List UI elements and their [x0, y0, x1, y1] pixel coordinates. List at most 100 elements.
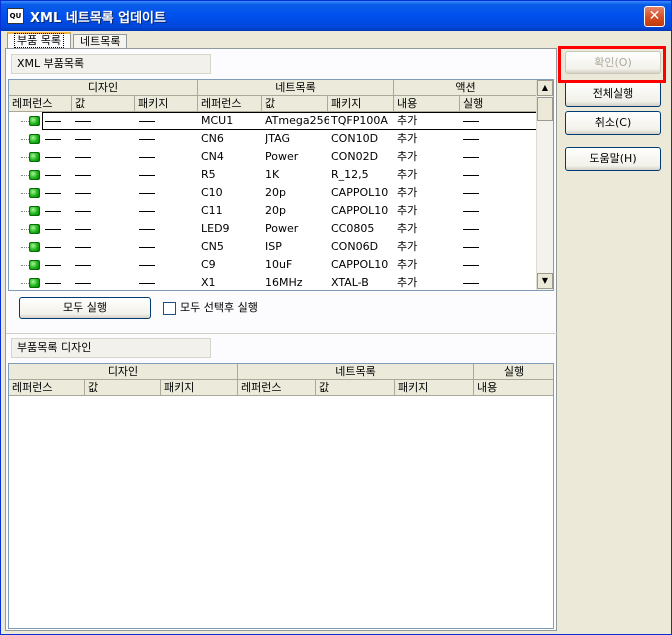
- col-action-content[interactable]: 내용: [394, 96, 460, 112]
- table-row[interactable]: X1 16MHz XTAL-B 추가: [9, 274, 538, 290]
- title-bar[interactable]: QU XML 네트목록 업데이트 ✕: [1, 1, 671, 31]
- lower-col-design-package[interactable]: 패키지: [161, 380, 238, 396]
- run-after-select-checkbox[interactable]: [163, 302, 176, 315]
- scroll-down-icon[interactable]: ▼: [537, 273, 553, 289]
- highlight-box: [558, 46, 666, 83]
- action-exec-empty: [463, 238, 479, 256]
- action-content-cell: 추가: [397, 240, 418, 253]
- status-led-icon: [29, 188, 40, 198]
- tab-parts-list-label: 부품 목록: [14, 33, 64, 48]
- design-package-empty: [139, 256, 155, 274]
- design-value-empty: [75, 274, 91, 290]
- lower-group-design: 디자인: [9, 364, 238, 380]
- upper-parts-grid[interactable]: 디자인 네트목록 액션 레퍼런스 값 패키지 레퍼런스 값 패키지 내용 실행 …: [8, 79, 554, 291]
- action-content-cell: 추가: [397, 168, 418, 181]
- net-package-cell: XTAL-B: [331, 276, 369, 289]
- design-package-empty: [139, 220, 155, 238]
- table-row[interactable]: CN5 ISP CON06D 추가: [9, 238, 538, 256]
- action-exec-empty: [463, 220, 479, 238]
- action-exec-empty: [463, 166, 479, 184]
- lower-col-design-ref[interactable]: 레퍼런스: [9, 380, 85, 396]
- col-design-package[interactable]: 패키지: [135, 96, 198, 112]
- tree-connector: [21, 265, 29, 266]
- net-ref-cell: C9: [201, 258, 216, 271]
- lower-design-grid[interactable]: 디자인 네트목록 실행 레퍼런스 값 패키지 레퍼런스 값 패키지 내용: [8, 363, 554, 629]
- net-package-cell: CAPPOL10: [331, 186, 389, 199]
- table-row[interactable]: LED9 Power CC0805 추가: [9, 220, 538, 238]
- table-row[interactable]: R5 1K R_12,5 추가: [9, 166, 538, 184]
- table-row[interactable]: C11 20p CAPPOL10 추가: [9, 202, 538, 220]
- table-row[interactable]: MCU1 ATmega256 TQFP100A 추가: [9, 112, 538, 130]
- net-package-cell: CON10D: [331, 132, 379, 145]
- table-row[interactable]: C9 10uF CAPPOL10 추가: [9, 256, 538, 274]
- status-led-icon: [29, 206, 40, 216]
- action-content-cell: 추가: [397, 222, 418, 235]
- status-led-icon: [29, 224, 40, 234]
- net-package-cell: CON06D: [331, 240, 379, 253]
- table-row[interactable]: CN6 JTAG CON10D 추가: [9, 130, 538, 148]
- net-package-cell: CAPPOL10: [331, 258, 389, 271]
- tree-connector: [21, 121, 29, 122]
- main-window: QU XML 네트목록 업데이트 ✕ 네트목록 부품 목록 XML 부품목록 디…: [0, 0, 672, 635]
- run-all-side-button[interactable]: 전체실행: [565, 81, 661, 107]
- lower-col-net-ref[interactable]: 레퍼런스: [238, 380, 316, 396]
- lower-col-net-package[interactable]: 패키지: [395, 380, 474, 396]
- net-ref-cell: MCU1: [201, 114, 234, 127]
- lower-caption: 부품목록 디자인: [11, 338, 211, 358]
- col-design-ref[interactable]: 레퍼런스: [9, 96, 72, 112]
- net-package-cell: CC0805: [331, 222, 375, 235]
- net-value-cell: Power: [265, 150, 299, 163]
- net-value-cell: Power: [265, 222, 299, 235]
- design-value-empty: [75, 130, 91, 148]
- cancel-button[interactable]: 취소(C): [565, 111, 661, 135]
- design-value-empty: [75, 202, 91, 220]
- status-led-icon: [29, 260, 40, 270]
- scroll-up-icon[interactable]: ▲: [537, 80, 553, 96]
- action-exec-empty: [463, 202, 479, 220]
- help-button[interactable]: 도움말(H): [565, 147, 661, 171]
- tab-netlist[interactable]: 네트목록: [73, 34, 128, 48]
- design-ref-empty: [45, 130, 61, 148]
- action-exec-empty: [463, 148, 479, 166]
- group-design: 디자인: [9, 80, 198, 96]
- col-design-value[interactable]: 값: [72, 96, 135, 112]
- design-ref-empty: [45, 202, 61, 220]
- action-content-cell: 추가: [397, 258, 418, 271]
- tab-panel: XML 부품목록 디자인 네트목록 액션 레퍼런스 값 패키지 레퍼런스 값 패…: [5, 48, 558, 631]
- tree-connector: [21, 211, 29, 212]
- design-package-empty: [139, 112, 155, 130]
- design-ref-empty: [45, 238, 61, 256]
- table-row[interactable]: CN4 Power CON02D 추가: [9, 148, 538, 166]
- tree-connector: [21, 229, 29, 230]
- action-exec-empty: [463, 184, 479, 202]
- lower-col-net-value[interactable]: 값: [316, 380, 395, 396]
- run-all-button[interactable]: 모두 실행: [19, 297, 151, 319]
- status-led-icon: [29, 242, 40, 252]
- design-ref-empty: [45, 112, 61, 130]
- status-led-icon: [29, 134, 40, 144]
- col-net-ref[interactable]: 레퍼런스: [198, 96, 262, 112]
- col-net-package[interactable]: 패키지: [328, 96, 394, 112]
- action-content-cell: 추가: [397, 114, 418, 127]
- tree-connector: [21, 247, 29, 248]
- design-value-empty: [75, 112, 91, 130]
- lower-col-design-value[interactable]: 값: [85, 380, 161, 396]
- lower-col-content[interactable]: 내용: [474, 380, 553, 396]
- net-value-cell: JTAG: [265, 132, 290, 145]
- close-icon[interactable]: ✕: [644, 6, 665, 27]
- status-led-icon: [29, 116, 40, 126]
- upper-scrollbar[interactable]: ▲ ▼: [536, 80, 553, 290]
- col-net-value[interactable]: 값: [262, 96, 328, 112]
- table-row[interactable]: C10 20p CAPPOL10 추가: [9, 184, 538, 202]
- net-value-cell: 1K: [265, 168, 280, 181]
- net-ref-cell: CN5: [201, 240, 224, 253]
- scroll-thumb[interactable]: [537, 97, 553, 121]
- col-action-exec[interactable]: 실행: [460, 96, 538, 112]
- net-ref-cell: C10: [201, 186, 223, 199]
- tree-connector: [21, 157, 29, 158]
- tab-parts-list[interactable]: 부품 목록: [7, 32, 71, 48]
- design-package-empty: [139, 238, 155, 256]
- design-ref-empty: [45, 274, 61, 290]
- section-divider: [6, 333, 558, 334]
- action-content-cell: 추가: [397, 132, 418, 145]
